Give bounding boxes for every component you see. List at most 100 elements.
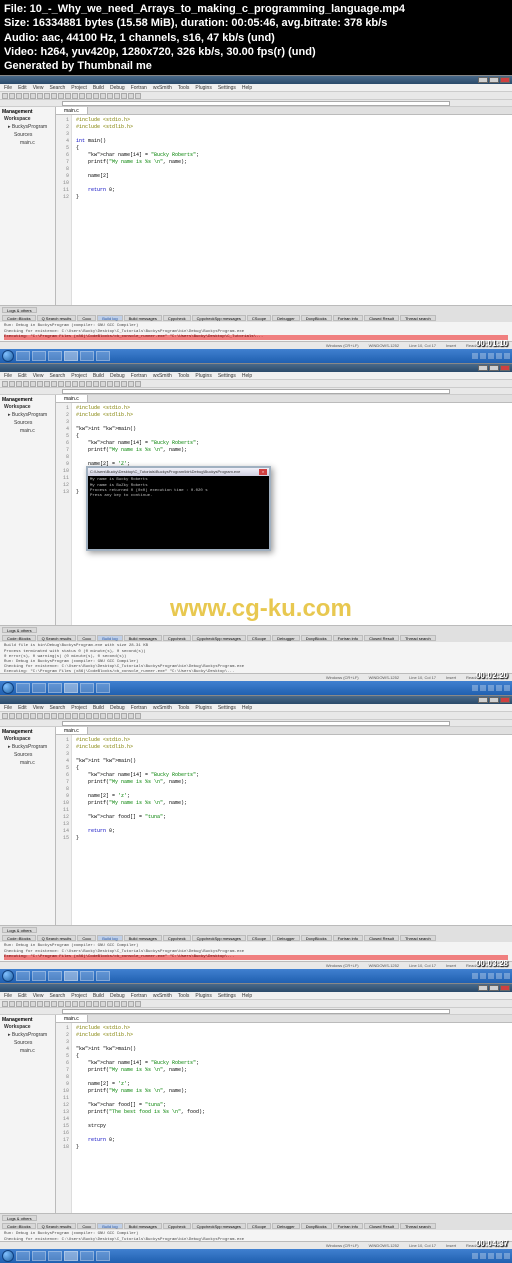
toolbar-button[interactable] (44, 1001, 50, 1007)
logs-others-tab[interactable]: Logs & others (2, 927, 37, 933)
task-codeblocks-icon[interactable] (64, 683, 78, 693)
task-explorer-icon[interactable] (32, 683, 46, 693)
toolbar-button[interactable] (114, 713, 120, 719)
console-window[interactable]: C:\Users\Bucky\Desktop\C_Tutorials\Bucky… (86, 466, 271, 551)
bottom-tab[interactable]: DoxyBlocks (301, 1223, 332, 1229)
code-line[interactable] (76, 1116, 508, 1123)
window-titlebar[interactable] (0, 364, 512, 372)
task-app-icon[interactable] (80, 351, 94, 361)
close-icon[interactable]: × (259, 469, 267, 475)
menu-search[interactable]: Search (49, 705, 65, 711)
system-tray[interactable] (472, 973, 510, 979)
code-line[interactable]: #include <stdio.h> (76, 405, 508, 412)
toolbar-button[interactable] (23, 1001, 29, 1007)
menu-wxsmith[interactable]: wxSmith (153, 705, 172, 711)
code-line[interactable]: name[2] = 'z'; (76, 793, 508, 800)
bottom-tab[interactable]: Thread search (400, 635, 436, 641)
maximize-button[interactable] (489, 77, 499, 83)
menu-debug[interactable]: Debug (110, 705, 125, 711)
bottom-tab[interactable]: Debugger (272, 635, 300, 641)
code-line[interactable]: return 0; (76, 1137, 508, 1144)
code-line[interactable]: return 0; (76, 828, 508, 835)
bottom-tab[interactable]: Q Search results (37, 635, 77, 641)
bottom-tab[interactable]: Closed Result (364, 635, 399, 641)
bottom-tab[interactable]: Cccc (77, 315, 96, 321)
bottom-tab[interactable]: Debugger (272, 935, 300, 941)
bottom-tab[interactable]: CppcheckSpp messages (192, 315, 246, 321)
bottom-tab[interactable]: Cppcheck (163, 635, 191, 641)
menu-plugins[interactable]: Plugins (195, 85, 211, 91)
menu-settings[interactable]: Settings (218, 373, 236, 379)
minimize-button[interactable] (478, 697, 488, 703)
toolbar-button[interactable] (72, 713, 78, 719)
bottom-tab[interactable]: Q Search results (37, 935, 77, 941)
menu-edit[interactable]: Edit (18, 705, 27, 711)
toolbar-button[interactable] (51, 713, 57, 719)
bottom-tab[interactable]: Code::Blocks (2, 1223, 36, 1229)
task-ie-icon[interactable] (16, 351, 30, 361)
toolbar-button[interactable] (72, 93, 78, 99)
code-line[interactable] (76, 751, 508, 758)
code-line[interactable]: "kw">int "kw">main() (76, 1046, 508, 1053)
code-line[interactable]: } (76, 194, 508, 201)
tree-file[interactable]: main.c (2, 139, 53, 147)
toolbar-button[interactable] (93, 713, 99, 719)
tray-icon[interactable] (472, 685, 478, 691)
bottom-tab[interactable]: CScope (247, 1223, 271, 1229)
toolbar-button[interactable] (2, 713, 8, 719)
bottom-tab[interactable]: Build messages (124, 935, 162, 941)
tray-icon[interactable] (472, 1253, 478, 1259)
code-line[interactable]: "kw">char name[14] = "Bucky Roberts"; (76, 772, 508, 779)
code-line[interactable] (76, 1130, 508, 1137)
tree-workspace[interactable]: Workspace (2, 403, 53, 411)
toolbar-button[interactable] (107, 381, 113, 387)
code-editor[interactable]: 123456789101112131415 #include <stdio.h>… (56, 735, 512, 925)
sidebar-management[interactable]: Management Workspace ▸ BuckysProgram Sou… (0, 1015, 56, 1213)
toolbar-button[interactable] (16, 713, 22, 719)
toolbar-button[interactable] (30, 713, 36, 719)
bottom-tab[interactable]: Fortran info (333, 935, 363, 941)
menu-tools[interactable]: Tools (178, 705, 190, 711)
code-line[interactable]: { (76, 1053, 508, 1060)
tray-icon[interactable] (496, 685, 502, 691)
menu-tools[interactable]: Tools (178, 85, 190, 91)
bottom-tab[interactable]: Debugger (272, 315, 300, 321)
code-editor[interactable]: 123456789101112 #include <stdio.h>#inclu… (56, 115, 512, 305)
minimize-button[interactable] (478, 985, 488, 991)
tree-workspace[interactable]: Workspace (2, 1023, 53, 1031)
code-line[interactable]: #include <stdlib.h> (76, 1032, 508, 1039)
toolbar-button[interactable] (135, 713, 141, 719)
menu-tools[interactable]: Tools (178, 373, 190, 379)
bottom-tab[interactable]: Build log (97, 635, 122, 641)
toolbar-button[interactable] (65, 713, 71, 719)
toolbar-button[interactable] (30, 381, 36, 387)
maximize-button[interactable] (489, 365, 499, 371)
logs-others-tab[interactable]: Logs & others (2, 627, 37, 633)
menu-help[interactable]: Help (242, 705, 252, 711)
toolbar-button[interactable] (16, 1001, 22, 1007)
bottom-tab[interactable]: Thread search (400, 1223, 436, 1229)
menu-help[interactable]: Help (242, 85, 252, 91)
menu-project[interactable]: Project (71, 705, 87, 711)
toolbar-button[interactable] (9, 93, 15, 99)
toolbar-button[interactable] (121, 713, 127, 719)
toolbar-button[interactable] (135, 93, 141, 99)
tray-icon[interactable] (504, 353, 510, 359)
bottom-tab[interactable]: CppcheckSpp messages (192, 935, 246, 941)
task-explorer-icon[interactable] (32, 971, 46, 981)
menu-file[interactable]: File (4, 705, 12, 711)
toolbar-button[interactable] (58, 93, 64, 99)
tree-project[interactable]: ▸ BuckysProgram (2, 411, 53, 419)
tray-icon[interactable] (480, 1253, 486, 1259)
menu-search[interactable]: Search (49, 993, 65, 999)
code-line[interactable]: #include <stdlib.h> (76, 744, 508, 751)
toolbar-button[interactable] (128, 381, 134, 387)
symbol-path-input[interactable] (62, 101, 450, 106)
code-line[interactable]: { (76, 145, 508, 152)
start-button[interactable] (2, 350, 14, 362)
toolbar-button[interactable] (100, 381, 106, 387)
menu-help[interactable]: Help (242, 373, 252, 379)
tray-icon[interactable] (504, 973, 510, 979)
code-line[interactable]: printf("My name is %s \n", name); (76, 159, 508, 166)
close-button[interactable] (500, 697, 510, 703)
